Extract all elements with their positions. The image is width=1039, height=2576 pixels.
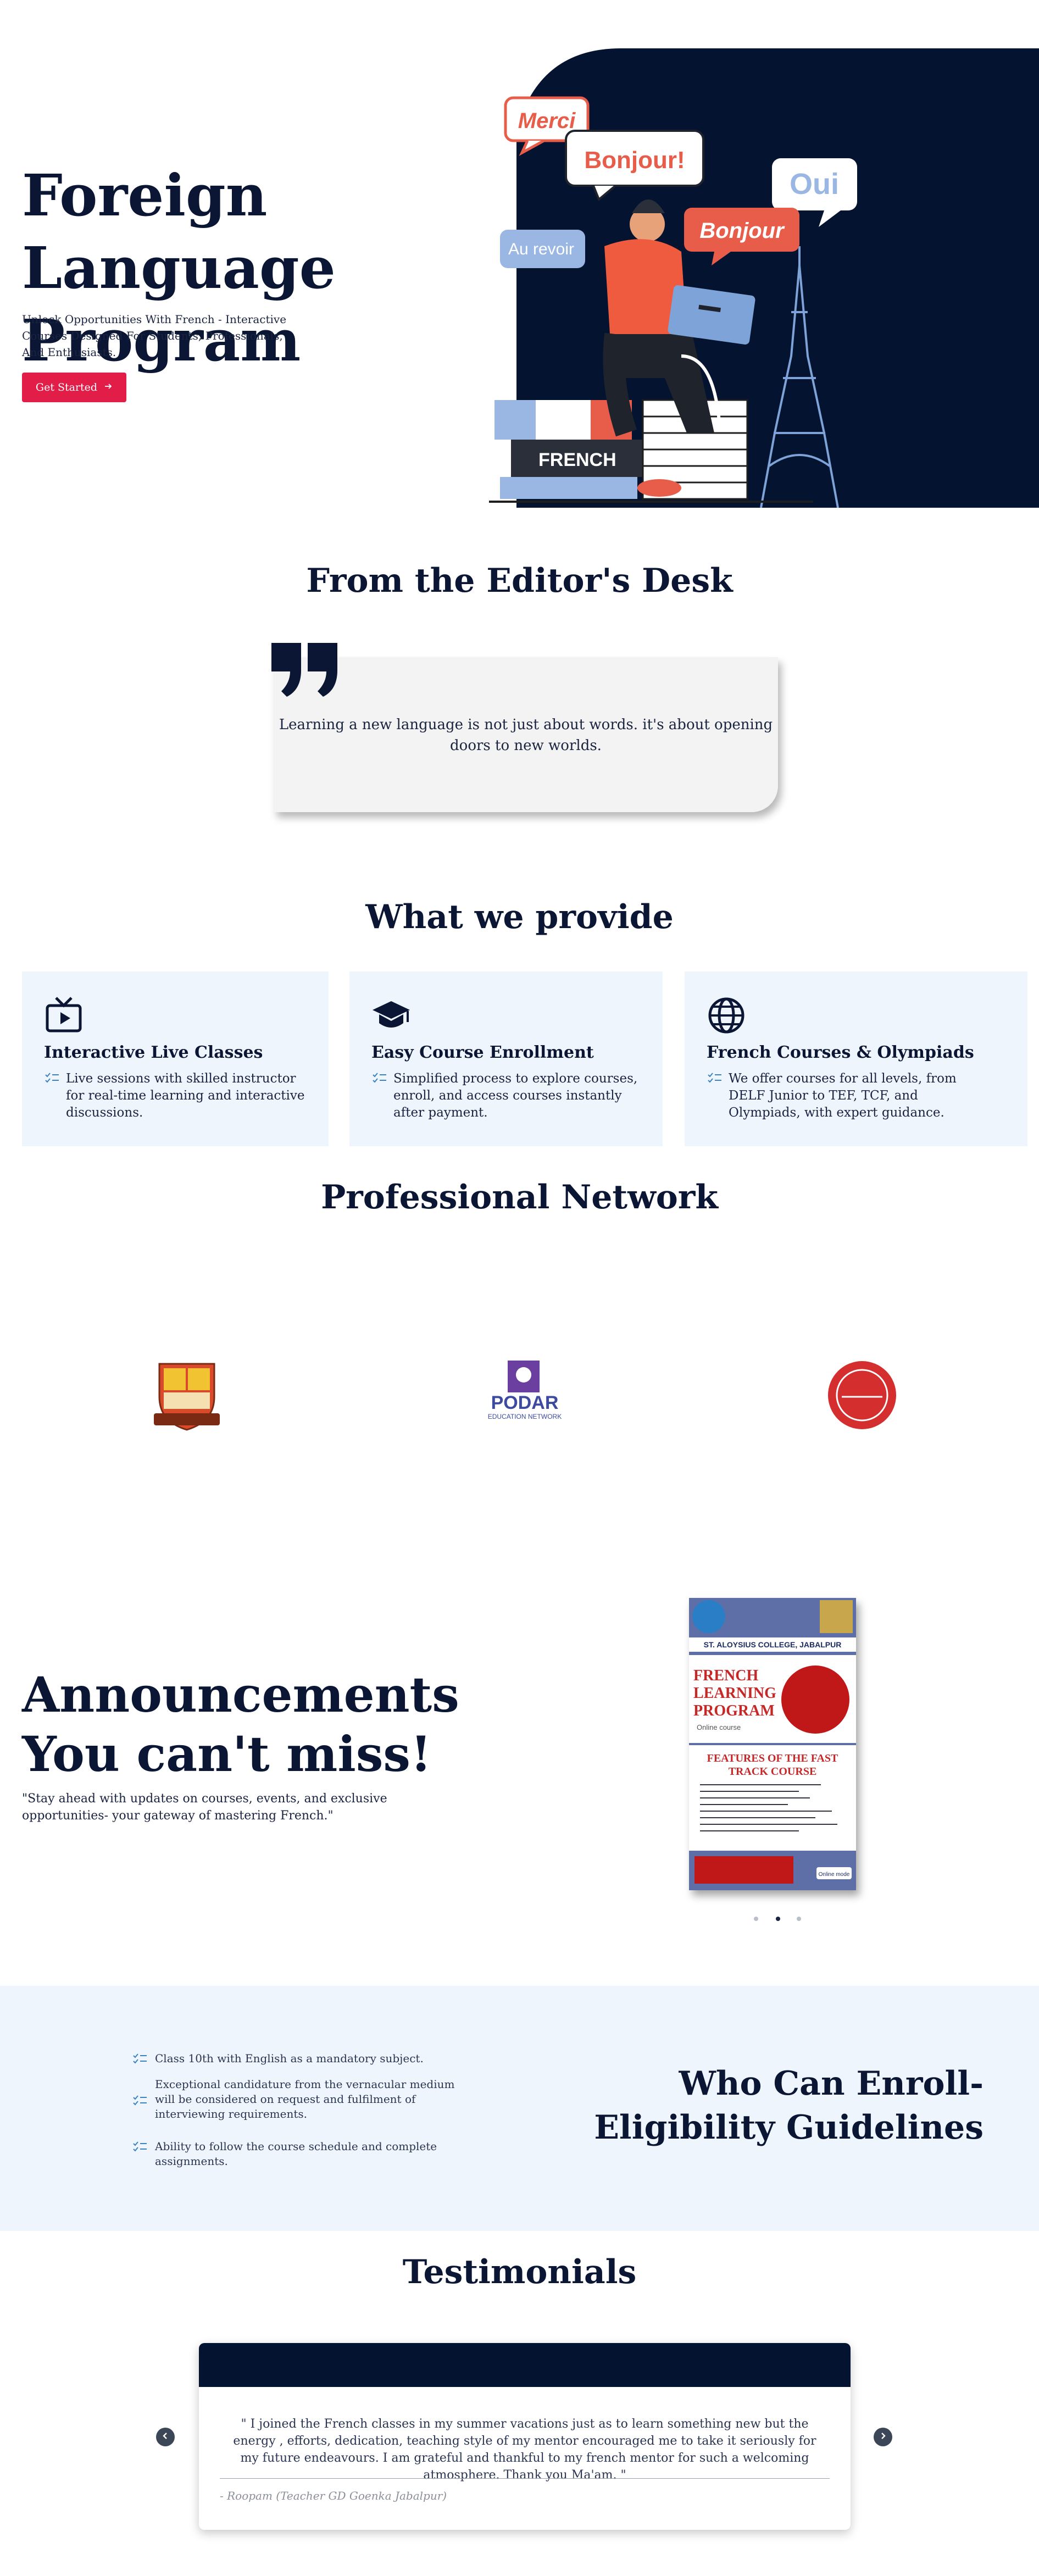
network-section-title: Professional Network xyxy=(321,1178,718,1217)
testimonials-title: Testimonials xyxy=(402,2253,637,2291)
chevron-left-icon xyxy=(162,2432,169,2442)
checklist-icon xyxy=(133,2053,147,2064)
graduation-cap-icon xyxy=(373,1001,410,1028)
svg-text:PODAR: PODAR xyxy=(491,1392,559,1413)
testimonial-prev-button[interactable] xyxy=(156,2428,175,2446)
testimonial-card-header xyxy=(199,2343,851,2387)
provide-card-live-classes: Interactive Live Classes Live sessions w… xyxy=(22,971,329,1146)
provide-body: Simplified process to explore courses, e… xyxy=(393,1072,638,1120)
announcement-poster[interactable]: ST. ALOYSIUS COLLEGE, JABALPUR FRENCH LE… xyxy=(689,1598,856,1890)
svg-text:TRACK COURSE: TRACK COURSE xyxy=(729,1766,817,1778)
eligibility-item: Class 10th with English as a mandatory s… xyxy=(155,2052,424,2065)
checklist-icon xyxy=(133,2141,147,2152)
svg-text:Bonjour: Bonjour xyxy=(699,219,785,243)
testimonial-quote: " I joined the French classes in my summ… xyxy=(233,2417,816,2482)
checklist-icon xyxy=(373,1073,386,1083)
carousel-dot-2-active[interactable] xyxy=(776,1917,780,1921)
editor-quote-text: Learning a new language is not just abou… xyxy=(279,717,773,754)
book-label: FRENCH xyxy=(538,449,616,470)
testimonial-next-button[interactable] xyxy=(874,2428,892,2446)
carousel-dot-1[interactable] xyxy=(754,1917,758,1921)
eligibility-title: Who Can Enroll- Eligibility Guidelines xyxy=(594,2064,984,2147)
announcements-subtitle: "Stay ahead with updates on courses, eve… xyxy=(22,1792,387,1823)
svg-text:Oui: Oui xyxy=(790,168,839,201)
svg-text:Merci: Merci xyxy=(518,109,576,133)
svg-text:PROGRAM: PROGRAM xyxy=(693,1702,775,1719)
chevron-right-icon xyxy=(879,2432,887,2442)
provide-body: We offer courses for all levels, from DE… xyxy=(729,1072,957,1120)
eligibility-item: Ability to follow the course schedule an… xyxy=(155,2140,437,2168)
get-started-button[interactable]: Get Started xyxy=(22,373,126,402)
provide-body: Live sessions with skilled instructor fo… xyxy=(66,1072,305,1120)
checklist-icon xyxy=(708,1073,721,1083)
editor-section-title: From the Editor's Desk xyxy=(306,562,733,600)
provide-card-enrollment: Easy Course Enrollment Simplified proces… xyxy=(349,971,663,1146)
svg-text:LEARNING: LEARNING xyxy=(693,1685,776,1702)
carousel-dot-3[interactable] xyxy=(797,1917,801,1921)
college-crest-logo xyxy=(154,1363,220,1431)
checklist-icon xyxy=(45,1073,59,1083)
podar-logo: PODAR EDUCATION NETWORK xyxy=(488,1361,562,1420)
school-seal-logo xyxy=(828,1361,896,1429)
checklist-icon xyxy=(133,2095,147,2106)
svg-text:Bonjour!: Bonjour! xyxy=(584,147,685,174)
globe-icon xyxy=(708,997,744,1034)
speech-bubble-au-revoir: Au revoir xyxy=(500,230,585,268)
provide-card-french-courses: French Courses & Olympiads We offer cour… xyxy=(685,971,1027,1146)
announcements-title: Announcements You can't miss! xyxy=(22,1666,459,1783)
provide-heading: Easy Course Enrollment xyxy=(371,1043,594,1062)
svg-text:Online course: Online course xyxy=(697,1723,741,1731)
get-started-label: Get Started xyxy=(35,381,98,393)
svg-text:Online mode: Online mode xyxy=(819,1872,850,1878)
hero-illustration: FRENCH Merci Bonjour! Oui Bonjour Au rev… xyxy=(489,48,1039,508)
quote-mark-icon xyxy=(271,643,337,697)
svg-text:Au revoir: Au revoir xyxy=(508,240,574,258)
svg-text:EDUCATION NETWORK: EDUCATION NETWORK xyxy=(488,1413,562,1420)
arrow-right-icon xyxy=(104,381,113,393)
svg-text:FRENCH: FRENCH xyxy=(693,1667,758,1684)
tv-icon xyxy=(46,997,82,1032)
svg-text:ST. ALOYSIUS COLLEGE, JABALPUR: ST. ALOYSIUS COLLEGE, JABALPUR xyxy=(704,1640,842,1649)
hero-subtitle: Unlock Opportunities With French - Inter… xyxy=(22,313,287,359)
provide-heading: French Courses & Olympiads xyxy=(707,1043,974,1062)
provide-heading: Interactive Live Classes xyxy=(44,1043,263,1062)
provide-section-title: What we provide xyxy=(365,898,674,936)
testimonial-author: - Roopam (Teacher GD Goenka Jabalpur) xyxy=(220,2489,447,2502)
svg-text:FEATURES OF THE FAST: FEATURES OF THE FAST xyxy=(707,1752,838,1764)
testimonial-divider xyxy=(220,2478,830,2479)
eligibility-item: Exceptional candidature from the vernacu… xyxy=(155,2078,455,2120)
